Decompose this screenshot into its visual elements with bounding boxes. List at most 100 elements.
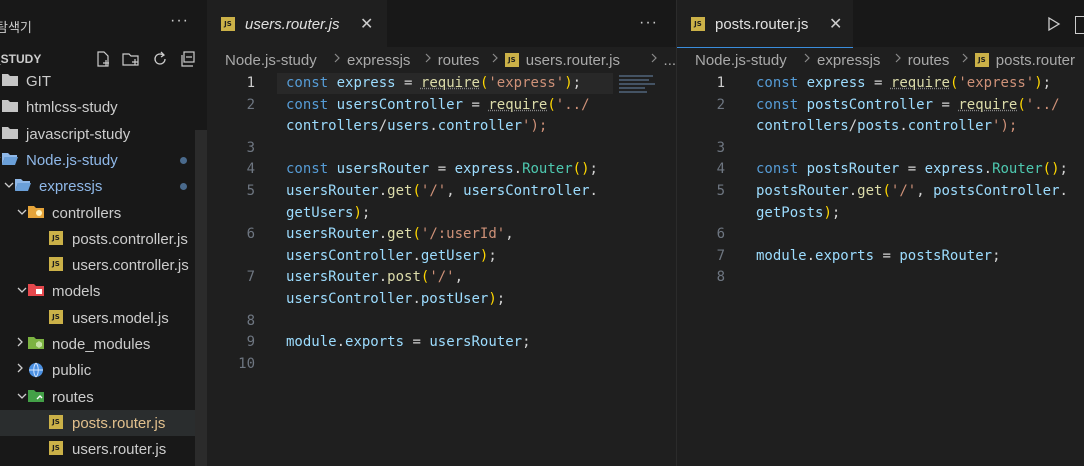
code-line[interactable]: usersRouter.post('/', bbox=[286, 269, 463, 285]
explorer-sidebar: 탐색기 ··· _STUDY GIT htmlcss-study javascrip… bbox=[0, 0, 207, 466]
code-line[interactable]: const usersController = require('../ bbox=[286, 97, 590, 113]
code-line[interactable]: const postsRouter = express.Router(); bbox=[756, 161, 1068, 177]
tab-label: users.router.js bbox=[245, 16, 340, 33]
sidebar-scrollbar[interactable] bbox=[195, 130, 207, 466]
code-line[interactable]: controllers/posts.controller'); bbox=[756, 118, 1017, 134]
sidebar-item-posts-router-js[interactable]: JS posts.router.js bbox=[0, 409, 195, 436]
code-line[interactable]: module.exports = postsRouter; bbox=[756, 248, 1001, 264]
chevron-right-icon bbox=[333, 51, 341, 69]
new-folder-icon[interactable] bbox=[121, 50, 139, 68]
code-line[interactable]: const express = require('express'); bbox=[756, 75, 1051, 91]
line-number: 4 bbox=[246, 161, 255, 178]
js-file-icon: JS bbox=[974, 53, 989, 67]
tab-users-router[interactable]: JS users.router.js ✕ bbox=[207, 0, 387, 47]
chevron-right-icon[interactable] bbox=[16, 362, 28, 376]
code-editor-right[interactable]: 1 const express = require('express'); 2 con… bbox=[677, 73, 1084, 466]
sidebar-item-users-controller-js[interactable]: JS users.controller.js bbox=[0, 252, 195, 278]
chevron-down-icon[interactable] bbox=[16, 389, 28, 403]
code-line[interactable]: const usersRouter = express.Router(); bbox=[286, 161, 598, 177]
breadcrumb-item[interactable]: users.router.js bbox=[526, 52, 620, 69]
chevron-down-icon[interactable] bbox=[16, 283, 28, 297]
chevron-right-icon[interactable] bbox=[16, 336, 28, 350]
sidebar-item-node-modules[interactable]: node_modules bbox=[0, 331, 195, 357]
breadcrumb-item[interactable]: expressjs bbox=[347, 52, 410, 69]
code-line[interactable]: usersController.getUser); bbox=[286, 248, 497, 264]
code-line[interactable]: usersController.postUser); bbox=[286, 291, 505, 307]
code-line[interactable]: usersRouter.get('/:userId', bbox=[286, 226, 514, 242]
breadcrumb-item[interactable]: routes bbox=[438, 52, 480, 69]
close-tab-icon[interactable]: ✕ bbox=[360, 14, 373, 34]
sidebar-item-htmlcss-study[interactable]: htmlcss-study bbox=[0, 94, 195, 120]
new-file-icon[interactable] bbox=[94, 50, 112, 68]
breadcrumb-item[interactable]: Node.js-study bbox=[225, 52, 317, 69]
line-number: 9 bbox=[246, 334, 255, 351]
code-line[interactable]: postsRouter.get('/', postsController. bbox=[756, 183, 1068, 199]
sidebar-item-label: node_modules bbox=[52, 336, 151, 353]
js-file-icon: JS bbox=[691, 17, 705, 31]
sidebar-item-node-js-study[interactable]: Node.js-study bbox=[0, 147, 195, 173]
tab-bar-left: JS users.router.js ✕ ··· bbox=[207, 0, 676, 47]
tab-posts-router[interactable]: JS posts.router.js ✕ bbox=[677, 0, 853, 48]
breadcrumb-item[interactable]: expressjs bbox=[817, 52, 880, 69]
line-number: 1 bbox=[246, 75, 255, 91]
node-folder-icon bbox=[28, 336, 44, 352]
sidebar-item-routes[interactable]: routes bbox=[0, 384, 195, 410]
sidebar-item-label: GIT bbox=[26, 73, 51, 90]
more-actions-icon[interactable]: ··· bbox=[170, 12, 189, 30]
js-file-icon: JS bbox=[49, 309, 65, 326]
run-icon[interactable] bbox=[1047, 16, 1061, 37]
line-number: 8 bbox=[716, 269, 725, 286]
modified-dot bbox=[180, 156, 187, 164]
chevron-right-icon bbox=[650, 51, 658, 69]
js-file-icon: JS bbox=[49, 257, 65, 273]
chevron-down-icon[interactable] bbox=[16, 205, 28, 219]
sidebar-item-label: public bbox=[52, 362, 92, 380]
breadcrumb-item[interactable]: ... bbox=[664, 52, 676, 69]
sidebar-item-label: models bbox=[52, 283, 101, 301]
explorer-header: 탐색기 ··· bbox=[0, 0, 207, 50]
workspace-section-title[interactable]: _STUDY bbox=[0, 52, 41, 66]
sidebar-item-git[interactable]: GIT bbox=[0, 68, 195, 94]
line-number: 5 bbox=[716, 183, 725, 199]
more-actions-icon[interactable]: ··· bbox=[639, 14, 658, 32]
folder-icon bbox=[2, 99, 18, 115]
sidebar-item-label: routes bbox=[52, 388, 94, 406]
line-number: 7 bbox=[716, 247, 725, 264]
code-line[interactable]: usersRouter.get('/', usersController. bbox=[286, 183, 598, 199]
editor-group-right: JS posts.router.js ✕ Node.js-study expres… bbox=[677, 0, 1084, 466]
editor-group-left: JS users.router.js ✕ ··· Node.js-study ex… bbox=[207, 0, 676, 466]
js-file-icon: JS bbox=[49, 441, 65, 457]
sidebar-item-public[interactable]: public bbox=[0, 357, 195, 383]
line-number: 2 bbox=[716, 96, 725, 113]
sidebar-item-expressjs[interactable]: expressjs bbox=[0, 173, 195, 199]
breadcrumb-item[interactable]: Node.js-study bbox=[695, 52, 787, 69]
sidebar-item-posts-controller-js[interactable]: JS posts.controller.js bbox=[0, 226, 195, 252]
code-line[interactable]: controllers/users.controller'); bbox=[286, 118, 547, 134]
sidebar-item-label: posts.router.js bbox=[72, 414, 166, 432]
explorer-title: 탐색기 bbox=[0, 20, 32, 35]
refresh-icon[interactable] bbox=[151, 50, 169, 68]
code-line[interactable]: getUsers); bbox=[286, 205, 370, 221]
code-line[interactable]: const express = require('express'); bbox=[286, 75, 581, 91]
sidebar-item-models[interactable]: models bbox=[0, 278, 195, 304]
folder-icon bbox=[2, 73, 18, 89]
code-editor-left[interactable]: 1 const express = require('express'); 2 con… bbox=[207, 73, 676, 466]
breadcrumb-item[interactable]: posts.router bbox=[996, 52, 1075, 69]
sidebar-item-label: posts.controller.js bbox=[72, 230, 188, 248]
close-tab-icon[interactable]: ✕ bbox=[829, 14, 842, 34]
sidebar-item-users-model-js[interactable]: JS users.model.js bbox=[0, 305, 195, 331]
code-line[interactable]: getPosts); bbox=[756, 205, 840, 221]
js-file-icon: JS bbox=[49, 414, 65, 431]
sidebar-item-controllers[interactable]: controllers bbox=[0, 200, 195, 226]
breadcrumb-item[interactable]: routes bbox=[908, 52, 950, 69]
sidebar-item-javascript-study[interactable]: javascript-study bbox=[0, 121, 195, 147]
line-number: 5 bbox=[246, 183, 255, 199]
code-line[interactable]: module.exports = usersRouter; bbox=[286, 334, 531, 350]
code-line[interactable]: const postsController = require('../ bbox=[756, 97, 1060, 113]
sidebar-item-users-router-js[interactable]: JS users.router.js bbox=[0, 436, 195, 462]
split-editor-icon[interactable] bbox=[1075, 16, 1084, 34]
breadcrumb: Node.js-study expressjs routes JS posts.rout… bbox=[677, 47, 1084, 73]
chevron-down-icon[interactable] bbox=[3, 178, 15, 192]
collapse-all-icon[interactable] bbox=[179, 50, 197, 68]
js-file-icon: JS bbox=[221, 17, 235, 31]
